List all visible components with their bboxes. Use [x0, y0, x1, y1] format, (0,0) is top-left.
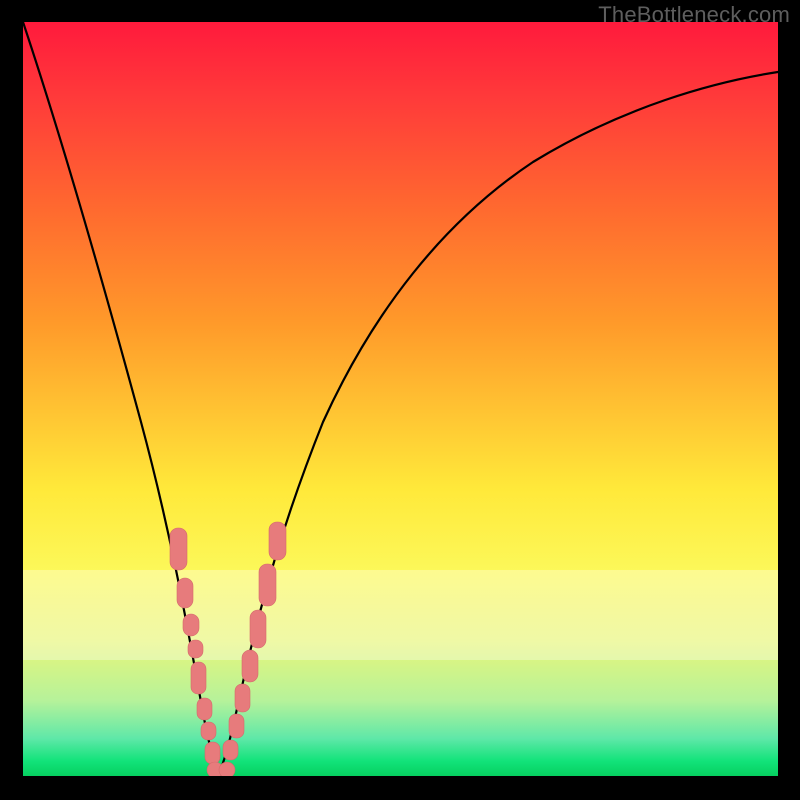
curve-plot: [23, 22, 778, 776]
bead-cluster-left: [170, 528, 220, 764]
chart-area: [23, 22, 778, 776]
bead-cluster-right: [223, 522, 286, 760]
watermark-text: TheBottleneck.com: [598, 2, 790, 28]
bottleneck-curve: [23, 22, 778, 772]
bead-cluster-tip: [207, 762, 235, 776]
